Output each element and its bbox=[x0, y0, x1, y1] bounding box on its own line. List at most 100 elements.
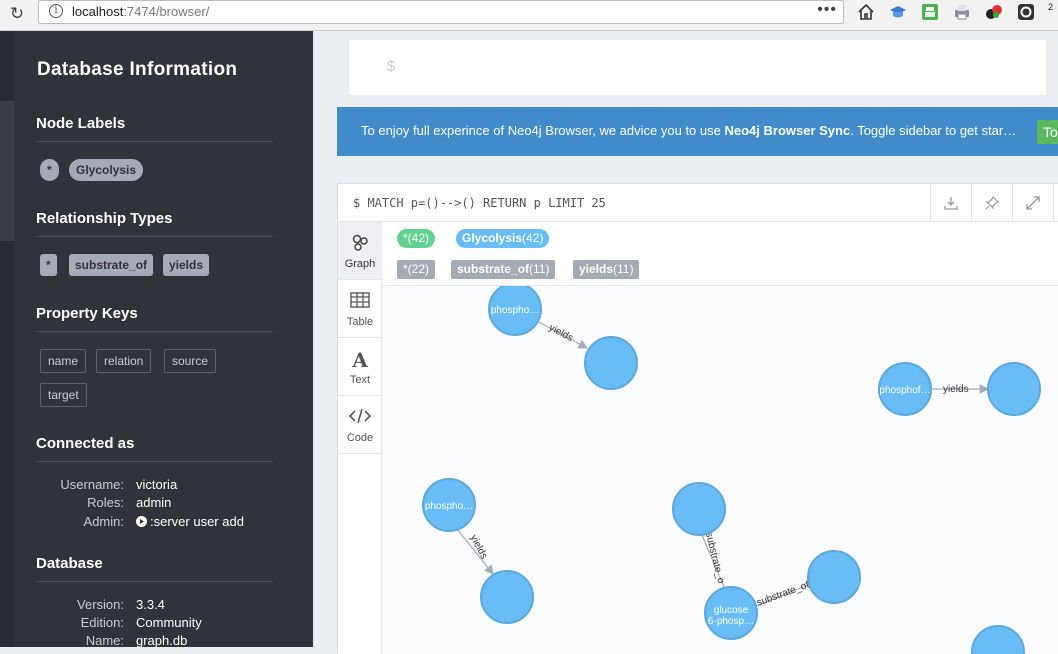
code-icon bbox=[338, 407, 382, 429]
property-key-target[interactable]: target bbox=[40, 383, 87, 407]
text-icon: A bbox=[352, 348, 368, 372]
sync-banner: To enjoy full experince of Neo4j Browser… bbox=[337, 107, 1058, 156]
graph-legend: *(42) Glycolysis(42) *(22) substrate_of(… bbox=[382, 222, 1058, 286]
node-label: phospho… bbox=[491, 305, 539, 316]
graph-canvas[interactable]: yields yields yields substrate_o substra… bbox=[382, 286, 1058, 654]
relationship-label: yields bbox=[547, 322, 575, 344]
username-value: victoria bbox=[136, 477, 178, 492]
sync-icon[interactable] bbox=[1017, 3, 1035, 21]
result-frame: $ MATCH p=()-->() RETURN p LIMIT 25 Grap… bbox=[337, 183, 1058, 654]
legend-node-all[interactable]: *(42) bbox=[397, 229, 436, 248]
rel-type-substrate-of[interactable]: substrate_of bbox=[69, 254, 154, 276]
nav-item-favorites[interactable] bbox=[0, 171, 14, 241]
legend-rel-substrate-of-count: (11) bbox=[529, 262, 550, 276]
legend-node-all-count: (42) bbox=[407, 231, 430, 245]
graph-node[interactable] bbox=[987, 362, 1041, 416]
admin-command: :server user add bbox=[150, 514, 244, 529]
url-text: localhost:7474/browser/ bbox=[72, 4, 209, 19]
relationship-types-heading: Relationship Types bbox=[36, 210, 273, 237]
graph-node[interactable] bbox=[971, 625, 1025, 654]
badge-count: 2 bbox=[1048, 2, 1054, 12]
node-label: phospho… bbox=[425, 501, 473, 512]
server-user-add-link[interactable]: :server user add bbox=[136, 514, 244, 529]
frame-query[interactable]: $ MATCH p=()-->() RETURN p LIMIT 25 bbox=[353, 196, 606, 210]
printer-icon[interactable] bbox=[953, 3, 971, 21]
graph-node[interactable] bbox=[480, 570, 534, 624]
tab-code-label: Code bbox=[346, 432, 374, 444]
graph-node[interactable] bbox=[584, 336, 638, 390]
page-actions-icon[interactable]: ••• bbox=[817, 1, 837, 19]
banner-link[interactable]: Neo4j Browser Sync bbox=[724, 123, 850, 138]
url-bar[interactable]: i localhost:7474/browser/ ••• bbox=[38, 0, 844, 24]
play-icon bbox=[136, 516, 147, 527]
expand-icon[interactable] bbox=[1012, 184, 1053, 222]
graduation-icon[interactable] bbox=[889, 3, 907, 21]
rel-type-all[interactable]: * bbox=[40, 254, 57, 276]
tab-graph-label: Graph bbox=[344, 258, 376, 270]
url-path: :7474/browser/ bbox=[123, 4, 210, 19]
relationship-label: yields bbox=[943, 384, 969, 395]
legend-node-glycolysis-count: (42) bbox=[522, 231, 544, 245]
legend-rel-substrate-of[interactable]: substrate_of(11) bbox=[451, 260, 556, 279]
print-icon[interactable] bbox=[921, 3, 939, 21]
extension-icon[interactable] bbox=[985, 3, 1003, 21]
home-icon[interactable] bbox=[857, 3, 875, 21]
roles-value: admin bbox=[136, 495, 172, 510]
tab-graph[interactable]: Graph bbox=[338, 222, 382, 280]
edition-label: Edition: bbox=[80, 615, 124, 630]
tab-text[interactable]: A Text bbox=[338, 338, 382, 396]
relationship-label: substrate_o bbox=[703, 531, 726, 585]
table-icon bbox=[338, 291, 382, 313]
close-frame-button[interactable] bbox=[1053, 184, 1058, 222]
legend-rel-substrate-of-name: substrate_of bbox=[457, 262, 530, 276]
graph-node[interactable] bbox=[672, 482, 726, 536]
tab-table-label: Table bbox=[346, 316, 374, 328]
tab-code[interactable]: Code bbox=[338, 396, 382, 454]
query-editor[interactable]: $ bbox=[349, 40, 1046, 95]
panel-title: Database Information bbox=[37, 59, 238, 80]
property-keys-heading: Property Keys bbox=[36, 305, 273, 332]
graph-icon bbox=[338, 233, 382, 255]
node-label-all[interactable]: * bbox=[40, 159, 59, 181]
pin-icon[interactable] bbox=[971, 184, 1012, 222]
download-icon[interactable] bbox=[930, 184, 971, 222]
url-host: localhost bbox=[72, 4, 124, 19]
browser-toolbar: ↻ i localhost:7474/browser/ ••• 2 bbox=[0, 0, 1058, 31]
node-label-glycolysis[interactable]: Glycolysis bbox=[69, 159, 144, 181]
property-key-relation[interactable]: relation bbox=[96, 349, 152, 373]
node-labels-heading: Node Labels bbox=[36, 115, 273, 142]
graph-node[interactable] bbox=[807, 550, 861, 604]
username-label: Username: bbox=[60, 477, 124, 492]
rel-type-yields[interactable]: yields bbox=[163, 254, 210, 276]
legend-rel-yields[interactable]: yields(11) bbox=[573, 260, 640, 279]
tab-table[interactable]: Table bbox=[338, 280, 382, 338]
banner-text-start: To enjoy full experince of Neo4j Browser… bbox=[361, 123, 725, 138]
edition-value: Community bbox=[136, 615, 202, 630]
admin-label: Admin: bbox=[83, 514, 124, 529]
roles-label: Roles: bbox=[87, 495, 124, 510]
info-icon[interactable]: i bbox=[49, 4, 63, 18]
legend-node-glycolysis[interactable]: Glycolysis(42) bbox=[456, 229, 550, 248]
version-value: 3.3.4 bbox=[136, 597, 165, 612]
property-key-name[interactable]: name bbox=[40, 349, 87, 373]
connected-heading: Connected as bbox=[36, 435, 273, 462]
version-label: Version: bbox=[77, 597, 124, 612]
node-label: phosphof… bbox=[879, 385, 930, 396]
database-info-panel: Database Information Node Labels * Glyco… bbox=[14, 31, 313, 648]
main-area: $ To enjoy full experince of Neo4j Brows… bbox=[313, 31, 1058, 654]
view-tabs: Graph Table A Text Code bbox=[338, 222, 382, 654]
tab-text-label: Text bbox=[349, 374, 371, 386]
database-heading: Database bbox=[36, 555, 273, 582]
reload-icon[interactable]: ↻ bbox=[6, 3, 28, 25]
legend-node-glycolysis-name: Glycolysis bbox=[462, 231, 523, 245]
editor-prompt: $ bbox=[387, 58, 396, 75]
node-label: 6-phosp… bbox=[708, 616, 754, 627]
nav-item-database[interactable] bbox=[0, 101, 14, 171]
toggle-sidebar-button[interactable]: To bbox=[1037, 120, 1058, 144]
name-value: graph.db bbox=[136, 633, 188, 648]
legend-rel-all[interactable]: *(22) bbox=[397, 260, 436, 279]
property-key-source[interactable]: source bbox=[164, 349, 217, 373]
graph-svg[interactable]: yields yields yields substrate_o substra… bbox=[382, 286, 1058, 654]
legend-rel-yields-name: yields bbox=[579, 262, 614, 276]
banner-text: To enjoy full experince of Neo4j Browser… bbox=[361, 123, 1016, 138]
